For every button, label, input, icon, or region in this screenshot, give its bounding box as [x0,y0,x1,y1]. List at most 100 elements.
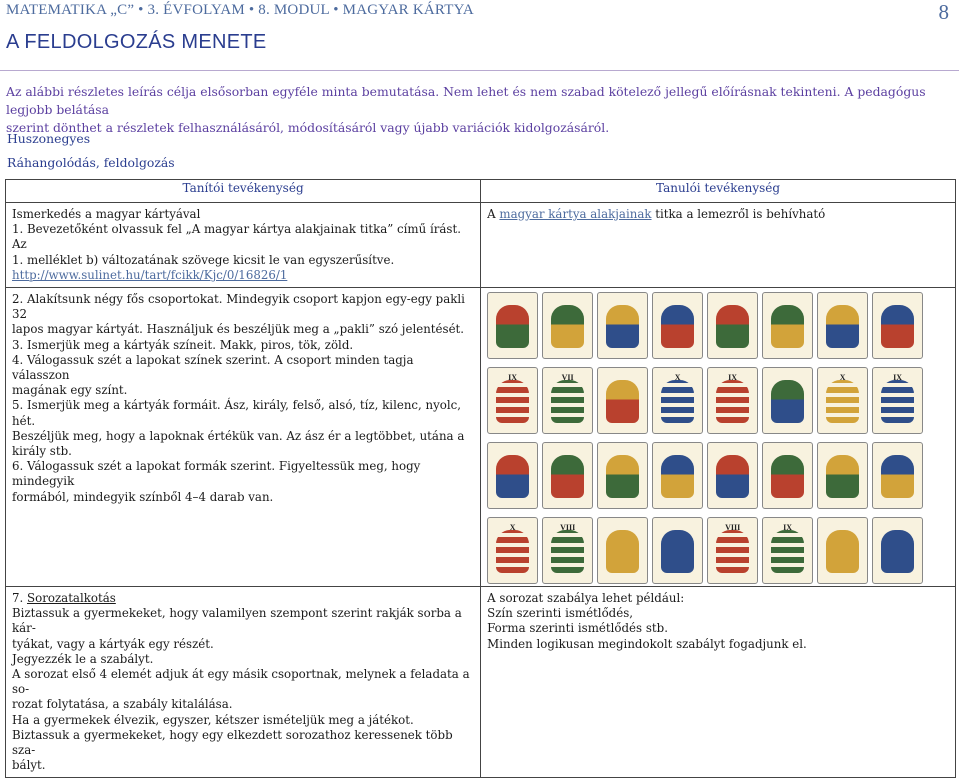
instruction-line: Biztassuk a gyermekeket, hogy valamilyen… [12,606,462,636]
card-figure-icon [826,305,860,349]
instruction-line: 1. melléklet b) változatának szövege kic… [12,252,395,267]
student-line: Minden logikusan megindokolt szabályt fo… [487,636,807,651]
section-title: A FELDOLGOZÁS MENETE [6,31,267,53]
step-number: 7. [12,591,28,606]
playing-card [872,517,924,585]
playing-card [817,442,869,510]
instruction-line: Ha a gyermekek élvezik, egyszer, kétszer… [12,712,414,727]
playing-card [707,442,759,510]
playing-card [817,517,869,585]
playing-card [762,367,814,435]
card-figure-icon [771,530,805,574]
instruction-line: Jegyezzék le a szabályt. [12,651,154,666]
playing-card [707,292,759,360]
playing-card [597,517,649,585]
playing-card [652,442,704,510]
card-figure-icon [606,380,640,424]
playing-card [487,292,539,360]
title-divider [0,70,959,71]
teacher-column-header: Tanítói tevékenység [4,179,482,203]
sulinet-link[interactable]: http://www.sulinet.hu/tart/fcikk/Kjc/0/1… [12,268,287,282]
card-figure-icon [661,380,695,424]
card-figure-icon [551,305,585,349]
playing-card [872,292,924,360]
card-figure-icon [496,455,530,499]
activity-table: Tanítói tevékenység Tanulói tevékenység … [4,179,956,778]
hungarian-card-deck-image: IX VII X IX X IX X VIII VIII IX [483,290,953,585]
game-title: Huszonegyes [7,131,91,146]
card-figure-icon [496,305,530,349]
table-header-row: Tanítói tevékenység Tanulói tevékenység [4,179,956,203]
card-figure-icon [826,530,860,574]
playing-card [762,292,814,360]
instruction-line: lapos magyar kártyát. Használjuk és besz… [12,322,465,337]
playing-card [762,442,814,510]
card-figure-icon [771,305,805,349]
intro-paragraph: Az alábbi részletes leírás célja elsősor… [6,83,956,137]
intro-text-2: szerint dönthet a részletek felhasználás… [6,120,610,135]
card-figure-icon [881,530,915,574]
table-row: 2. Alakítsunk négy fős csoportokat. Mind… [4,287,956,588]
playing-card: X [652,367,704,435]
playing-card: IX [487,367,539,435]
step-title: Sorozatalkotás [27,591,116,606]
card-figure-icon [716,455,750,499]
instruction-line: 4. Válogassuk szét a lapokat színek szer… [12,352,414,383]
playing-card [487,442,539,510]
card-figure-icon [551,530,585,574]
playing-card [542,292,594,360]
student-text: A [487,207,500,221]
instruction-line: bályt. [12,758,46,773]
playing-card: IX [762,517,814,585]
playing-card [652,292,704,360]
row-heading: Ismerkedés a magyar kártyával [12,207,201,221]
instruction-line: Biztassuk a gyermekeket, hogy egy elkezd… [12,727,453,758]
instruction-line: A sorozat első 4 elemét adjuk át egy más… [12,667,470,697]
card-figure-icon [661,455,695,499]
playing-card: VIII [542,517,594,585]
card-figure-icon [496,380,530,424]
playing-card: VII [542,367,594,435]
student-column-header: Tanulói tevékenység [480,179,956,203]
card-figure-icon [771,380,805,424]
card-figure-icon [606,305,640,349]
card-figure-icon [606,530,640,574]
student-line: Szín szerinti ismétlődés, [487,606,634,621]
playing-card: IX [707,367,759,435]
card-figures-link[interactable]: magyar kártya alakjainak [499,207,651,221]
instruction-line: rozat folytatása, a szabály kitalálása. [12,697,233,712]
student-cell: A magyar kártya alakjainak titka a lemez… [480,201,956,289]
phase-title: Ráhangolódás, feldolgozás [7,155,175,170]
card-figure-icon [551,380,585,424]
instruction-line: 5. Ismerjük meg a kártyák formáit. Ász, … [12,398,462,428]
playing-card: VIII [707,517,759,585]
teacher-cell: 2. Alakítsunk négy fős csoportokat. Mind… [4,287,482,588]
instruction-line: király stb. [12,444,72,459]
playing-card [652,517,704,585]
instruction-line: 1. Bevezetőként olvassuk fel „A magyar k… [12,222,461,252]
teacher-cell: 7. Sorozatalkotás Biztassuk a gyermekeke… [4,586,482,778]
student-line: A sorozat szabálya lehet például: [487,591,685,606]
table-row: Ismerkedés a magyar kártyával 1. Bevezet… [4,201,956,289]
instruction-line: Beszéljük meg, hogy a lapoknak értékük v… [12,428,465,443]
card-image-cell: IX VII X IX X IX X VIII VIII IX [480,287,956,588]
card-figure-icon [661,305,695,349]
instruction-line: formából, mindegyik színből 4–4 darab va… [12,489,274,504]
instruction-line: tyákat, vagy a kártyák egy részét. [12,636,214,651]
student-text: titka a lemezről is behívható [651,207,826,221]
card-figure-icon [716,305,750,349]
card-figure-icon [826,380,860,424]
playing-card [542,442,594,510]
instruction-line: 3. Ismerjük meg a kártyák színeit. Makk,… [12,337,354,352]
playing-card [597,292,649,360]
card-figure-icon [661,530,695,574]
playing-card [872,442,924,510]
card-figure-icon [716,530,750,574]
card-figure-icon [771,455,805,499]
student-line: Forma szerinti ismétlődés stb. [487,621,668,636]
playing-card [597,442,649,510]
student-cell: A sorozat szabálya lehet például: Szín s… [480,586,956,778]
playing-card [597,367,649,435]
playing-card: X [817,367,869,435]
instruction-line: 6. Válogassuk szét a lapokat formák szer… [12,459,421,489]
